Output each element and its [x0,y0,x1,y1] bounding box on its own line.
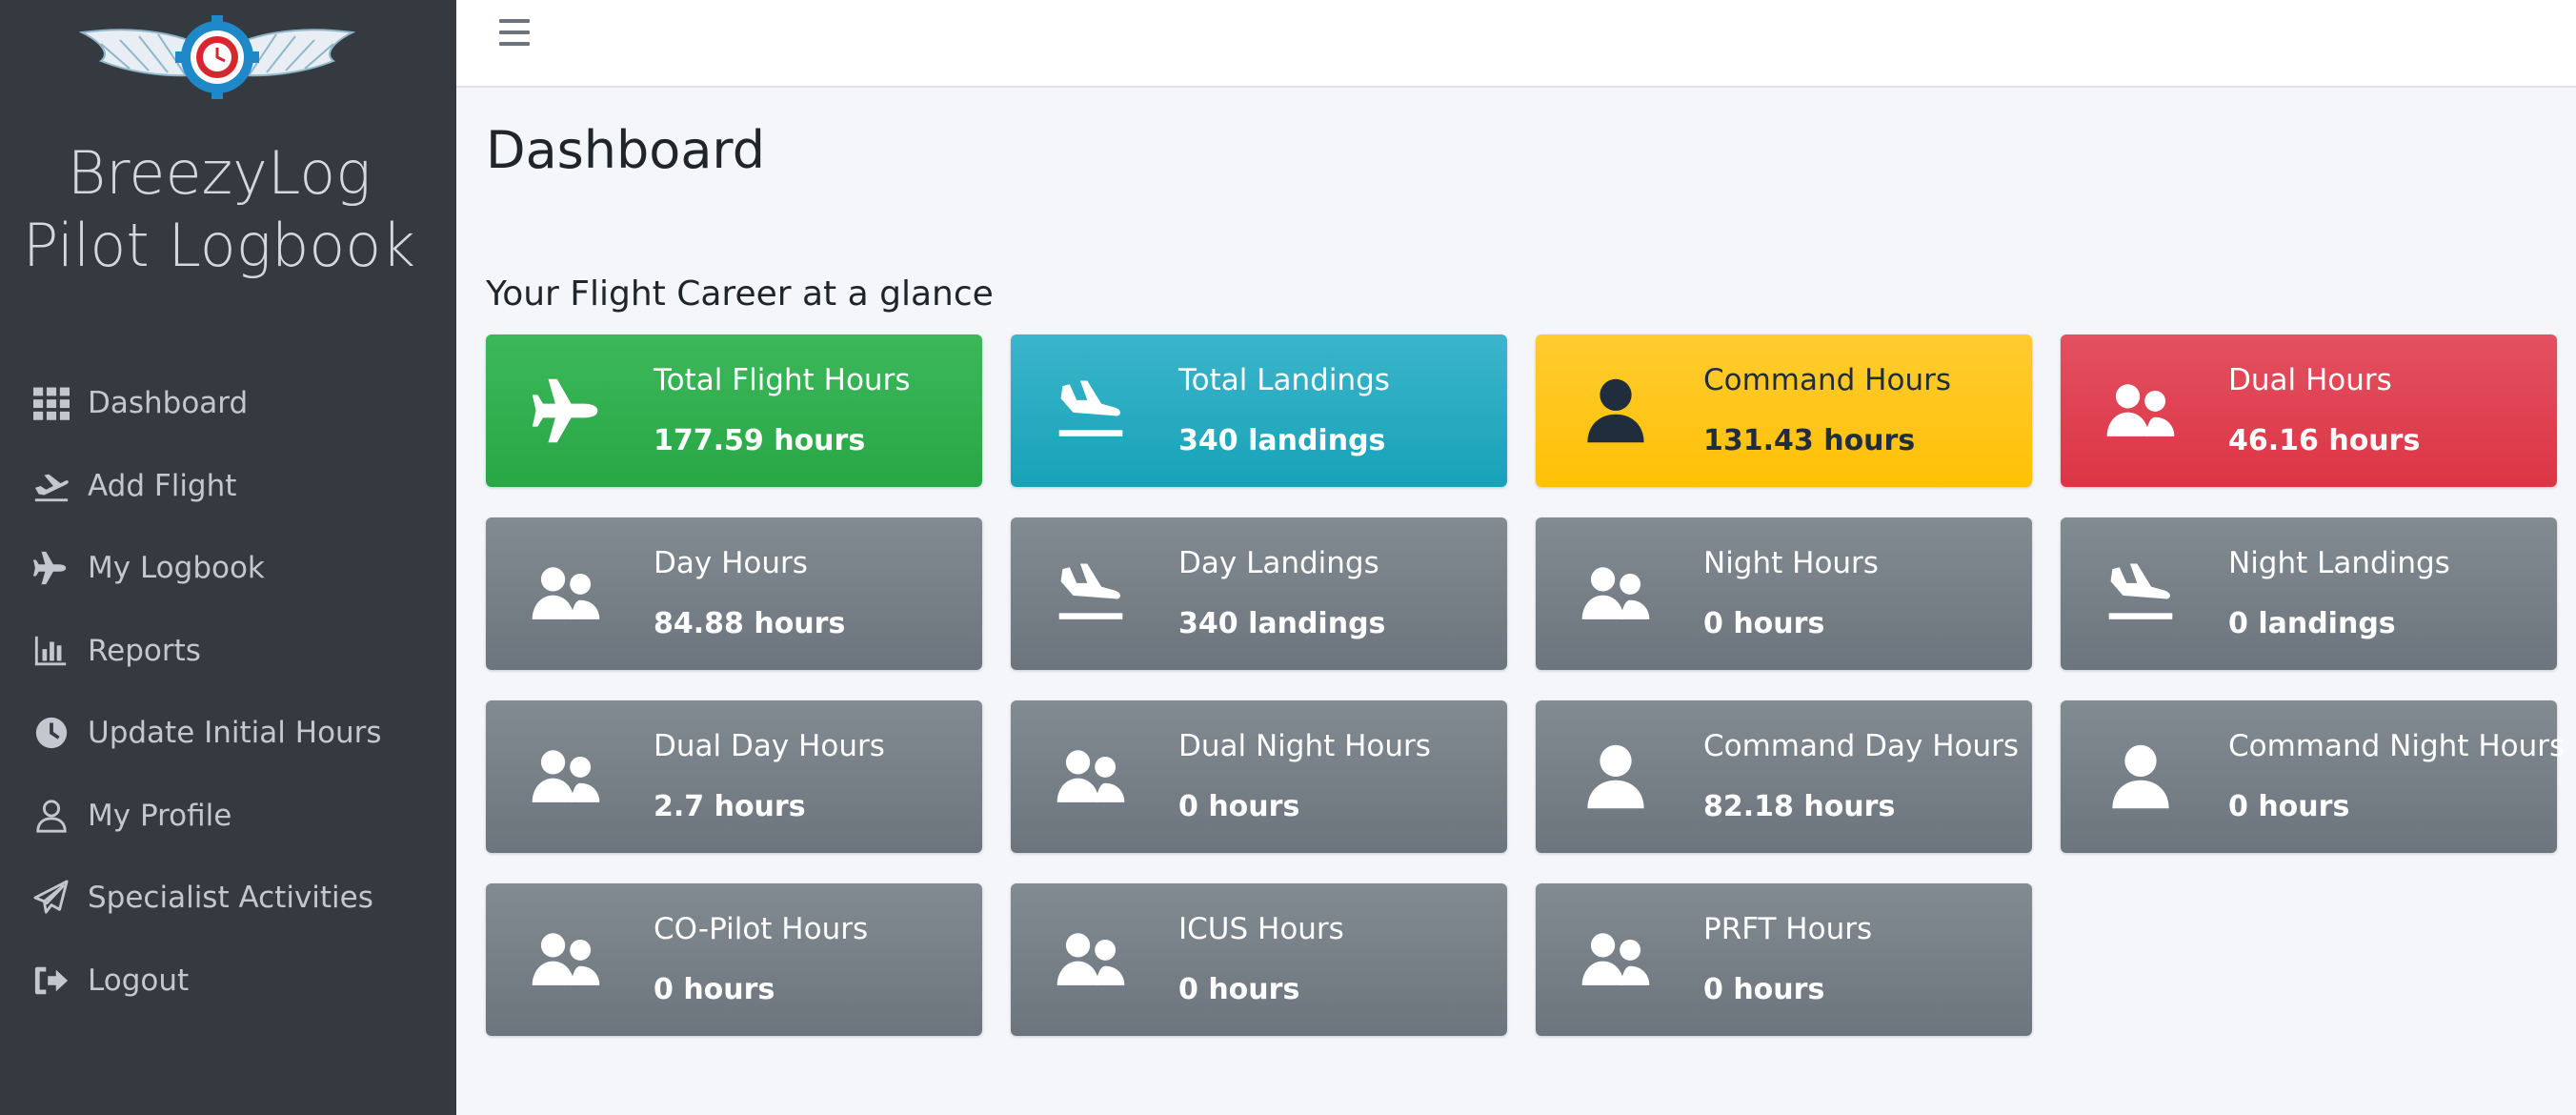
users-icon [1053,922,1129,998]
card-label: Day Hours [654,546,808,580]
plane-arrival-icon [2103,556,2179,632]
card-dual-day-hours[interactable]: Dual Day Hours 2.7 hours [486,700,982,853]
users-icon [528,556,604,632]
card-label: Command Day Hours [1703,729,2020,763]
card-label: Total Flight Hours [654,363,911,397]
sidebar-item-label: My Logbook [88,551,265,586]
card-icus-hours[interactable]: ICUS Hours 0 hours [1011,883,1507,1036]
plane-icon [528,373,604,449]
user-outline-icon [32,797,70,835]
card-value: 0 hours [1703,607,1825,640]
card-dual-hours[interactable]: Dual Hours 46.16 hours [2061,334,2557,487]
top-navbar [456,0,2576,88]
sidebar-item-label: Add Flight [88,468,237,503]
users-icon [528,739,604,815]
card-value: 177.59 hours [654,424,866,457]
sidebar-item-logout[interactable]: Logout [0,940,456,1023]
card-command-night-hours[interactable]: Command Night Hours 0 hours [2061,700,2565,853]
sidebar-item-dashboard[interactable]: Dashboard [0,362,456,445]
sidebar: BreezyLog Pilot Logbook Dashboard Add Fl… [0,0,456,1115]
plane-departure-icon [32,467,70,505]
card-value: 0 hours [654,973,775,1006]
card-value: 340 landings [1178,424,1386,457]
users-icon [1053,739,1129,815]
card-total-flight-hours[interactable]: Total Flight Hours 177.59 hours [486,334,982,487]
menu-toggle-icon[interactable] [499,17,530,48]
card-day-hours[interactable]: Day Hours 84.88 hours [486,517,982,670]
sidebar-item-label: Reports [88,633,201,668]
section-subtitle: Your Flight Career at a glance [486,274,994,314]
users-icon [528,922,604,998]
card-label: ICUS Hours [1178,912,1344,946]
plane-arrival-icon [1053,556,1129,632]
sidebar-nav: Dashboard Add Flight My Logbook Reports … [0,362,456,1022]
card-value: 2.7 hours [654,790,806,823]
card-night-landings[interactable]: Night Landings 0 landings [2061,517,2557,670]
card-command-hours[interactable]: Command Hours 131.43 hours [1536,334,2032,487]
card-value: 0 hours [2228,790,2350,823]
sidebar-item-label: Update Initial Hours [88,716,382,751]
user-icon [1578,739,1654,815]
paper-plane-icon [32,879,70,917]
card-value: 46.16 hours [2228,424,2421,457]
users-icon [1578,556,1654,632]
brand-title[interactable]: BreezyLog Pilot Logbook [0,137,438,282]
card-label: Dual Hours [2228,363,2392,397]
grid-icon [32,384,70,422]
brand-line-2: Pilot Logbook [22,211,416,280]
card-label: Night Hours [1703,546,1879,580]
clock-icon [32,714,70,752]
sidebar-item-update-initial-hours[interactable]: Update Initial Hours [0,692,456,775]
card-value: 340 landings [1178,607,1386,640]
card-value: 0 hours [1703,973,1825,1006]
card-night-hours[interactable]: Night Hours 0 hours [1536,517,2032,670]
sidebar-item-my-logbook[interactable]: My Logbook [0,527,456,610]
users-icon [2103,373,2179,449]
sidebar-item-specialist-activities[interactable]: Specialist Activities [0,857,456,940]
card-dual-night-hours[interactable]: Dual Night Hours 0 hours [1011,700,1507,853]
card-co-pilot-hours[interactable]: CO-Pilot Hours 0 hours [486,883,982,1036]
card-label: PRFT Hours [1703,912,1873,946]
card-value: 131.43 hours [1703,424,1916,457]
sidebar-item-label: Dashboard [88,386,249,421]
bar-chart-icon [32,632,70,670]
card-label: Command Hours [1703,363,1952,397]
card-label: CO-Pilot Hours [654,912,869,946]
sign-out-icon [32,962,70,1000]
sidebar-item-label: Logout [88,963,190,998]
brand-line-1: BreezyLog [67,138,372,208]
users-icon [1578,922,1654,998]
logo-wings-icon[interactable] [72,15,362,101]
card-prft-hours[interactable]: PRFT Hours 0 hours [1536,883,2032,1036]
sidebar-item-add-flight[interactable]: Add Flight [0,445,456,528]
sidebar-item-label: My Profile [88,798,232,833]
sidebar-item-label: Specialist Activities [88,881,373,916]
user-icon [1578,373,1654,449]
card-label: Command Night Hours [2228,729,2566,763]
card-label: Dual Day Hours [654,729,885,763]
card-value: 82.18 hours [1703,790,1896,823]
card-label: Dual Night Hours [1178,729,1431,763]
card-value: 0 hours [1178,790,1300,823]
page-title: Dashboard [486,120,765,180]
card-total-landings[interactable]: Total Landings 340 landings [1011,334,1507,487]
card-value: 84.88 hours [654,607,846,640]
card-value: 0 landings [2228,607,2396,640]
plane-icon [32,549,70,587]
card-day-landings[interactable]: Day Landings 340 landings [1011,517,1507,670]
card-label: Night Landings [2228,546,2450,580]
sidebar-item-my-profile[interactable]: My Profile [0,775,456,858]
card-value: 0 hours [1178,973,1300,1006]
sidebar-item-reports[interactable]: Reports [0,610,456,693]
card-label: Day Landings [1178,546,1379,580]
plane-arrival-icon [1053,373,1129,449]
card-label: Total Landings [1178,363,1390,397]
card-command-day-hours[interactable]: Command Day Hours 82.18 hours [1536,700,2032,853]
user-icon [2103,739,2179,815]
